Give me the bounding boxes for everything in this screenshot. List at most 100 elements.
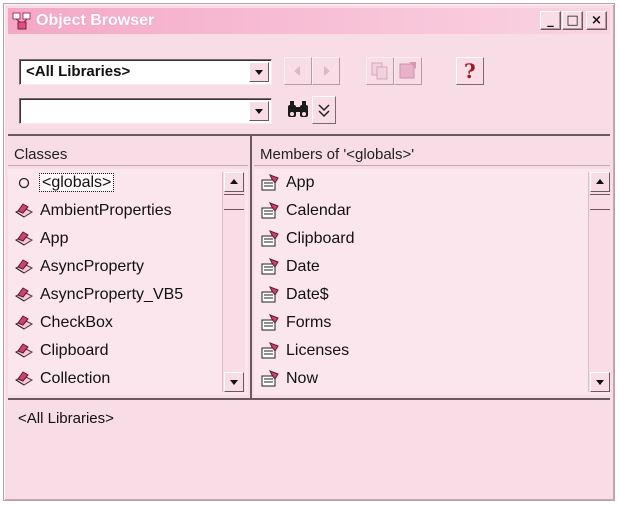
member-item-label: Date$ [286,286,329,303]
member-item-date[interactable]: Date [254,253,610,281]
help-icon: ? [464,59,476,83]
class-item-asyncproperty[interactable]: AsyncProperty [8,253,248,281]
view-definition-icon [399,62,416,79]
members-scrollbar[interactable] [588,172,611,392]
class-item-label-text: <globals> [38,173,115,192]
member-item-clipboard[interactable]: Clipboard [254,225,610,253]
close-button[interactable]: × [586,11,607,30]
property-icon [261,342,279,359]
window-title: Object Browser [36,12,155,29]
class-item-globals[interactable]: <globals> [8,169,248,197]
member-item-licenses[interactable]: Licenses [254,337,610,365]
property-icon [261,258,279,275]
member-item-app[interactable]: App [254,169,610,197]
class-item-collection[interactable]: Collection [8,365,248,393]
go-back-button[interactable] [284,57,312,85]
library-combo[interactable]: <All Libraries> [19,59,272,85]
member-item-label: Date [286,258,320,275]
copy-icon [371,62,388,80]
maximize-button[interactable]: □ [562,11,583,30]
class-item-label: AsyncProperty_VB5 [40,286,184,303]
class-item-clipboard[interactable]: Clipboard [8,337,248,365]
view-definition-button[interactable] [394,57,422,85]
members-header: Members of '<globals>' [254,144,610,166]
class-item-label: Clipboard [40,342,109,359]
class-item-label: AsyncProperty [40,258,145,275]
chevron-double-down-icon [318,104,330,118]
chevron-down-icon [596,380,604,385]
property-icon [261,174,279,191]
member-item-label: Now [286,370,319,387]
class-icon [14,343,34,358]
class-icon [14,231,34,246]
property-icon [261,286,279,303]
member-item-calendar[interactable]: Calendar [254,197,610,225]
member-item-label: Forms [286,314,332,331]
classes-scroll-up-button[interactable] [224,172,244,192]
class-item-asyncproperty-vb5[interactable]: AsyncProperty_VB5 [8,281,248,309]
close-icon: × [591,13,602,28]
members-scroll-up-button[interactable] [590,172,610,192]
binoculars-icon [288,101,308,117]
property-icon [261,314,279,331]
arrow-left-icon [294,66,300,76]
class-icon [14,203,34,218]
members-scroll-thumb[interactable] [590,194,610,210]
object-browser-window: Object Browser _ □ × <All Libraries> ? C… [3,3,615,501]
search-dropdown-button[interactable] [249,101,269,121]
object-browser-app-icon [12,12,31,30]
member-item-label: App [286,174,315,191]
library-combo-value: <All Libraries> [26,63,131,80]
class-icon [14,371,34,386]
class-icon [14,287,34,302]
description-text: <All Libraries> [18,410,114,427]
class-item-checkbox[interactable]: CheckBox [8,309,248,337]
maximize-icon: □ [566,13,579,28]
go-forward-button[interactable] [312,57,340,85]
property-icon [261,202,279,219]
member-item-forms[interactable]: Forms [254,309,610,337]
chevron-up-icon [230,179,238,184]
class-icon [14,259,34,274]
show-search-results-button[interactable] [312,96,336,124]
member-item-label: Licenses [286,342,350,359]
globals-circle-icon [18,177,30,189]
search-text-combo[interactable] [19,98,272,124]
classes-scroll-down-button[interactable] [224,372,244,392]
bottom-divider [8,398,610,400]
class-item-label: Collection [40,370,111,387]
property-icon [261,230,279,247]
search-button[interactable] [284,96,312,124]
class-item-label: <globals> [38,173,115,193]
class-item-app[interactable]: App [8,225,248,253]
arrow-right-icon [324,66,330,76]
classes-scrollbar[interactable] [222,172,245,392]
member-item-label: Clipboard [286,230,355,247]
chevron-down-icon [255,109,263,114]
class-item-label: AmbientProperties [40,202,172,219]
chevron-up-icon [596,179,604,184]
pane-splitter[interactable] [250,136,252,398]
class-item-label: CheckBox [40,314,113,331]
property-icon [261,370,279,387]
classes-list[interactable]: <globals> AmbientProperties App AsyncPro… [8,169,248,395]
members-list[interactable]: App Calendar Clipboard Date Date$ Forms … [254,169,610,395]
member-item-now[interactable]: Now [254,365,610,393]
class-icon [14,315,34,330]
members-scroll-down-button[interactable] [590,372,610,392]
chevron-down-icon [230,380,238,385]
copy-to-clipboard-button[interactable] [366,57,394,85]
minimize-icon: _ [547,13,554,28]
class-item-label: App [40,230,69,247]
class-item-ambientproperties[interactable]: AmbientProperties [8,197,248,225]
minimize-button[interactable]: _ [540,11,561,30]
library-dropdown-button[interactable] [249,62,269,82]
member-item-date-string[interactable]: Date$ [254,281,610,309]
title-bar[interactable]: Object Browser _ □ × [8,8,610,34]
chevron-down-icon [255,70,263,75]
member-item-label: Calendar [286,202,351,219]
top-divider [8,134,610,136]
help-button[interactable]: ? [456,57,484,85]
classes-header: Classes [8,144,248,166]
classes-scroll-thumb[interactable] [224,194,244,210]
